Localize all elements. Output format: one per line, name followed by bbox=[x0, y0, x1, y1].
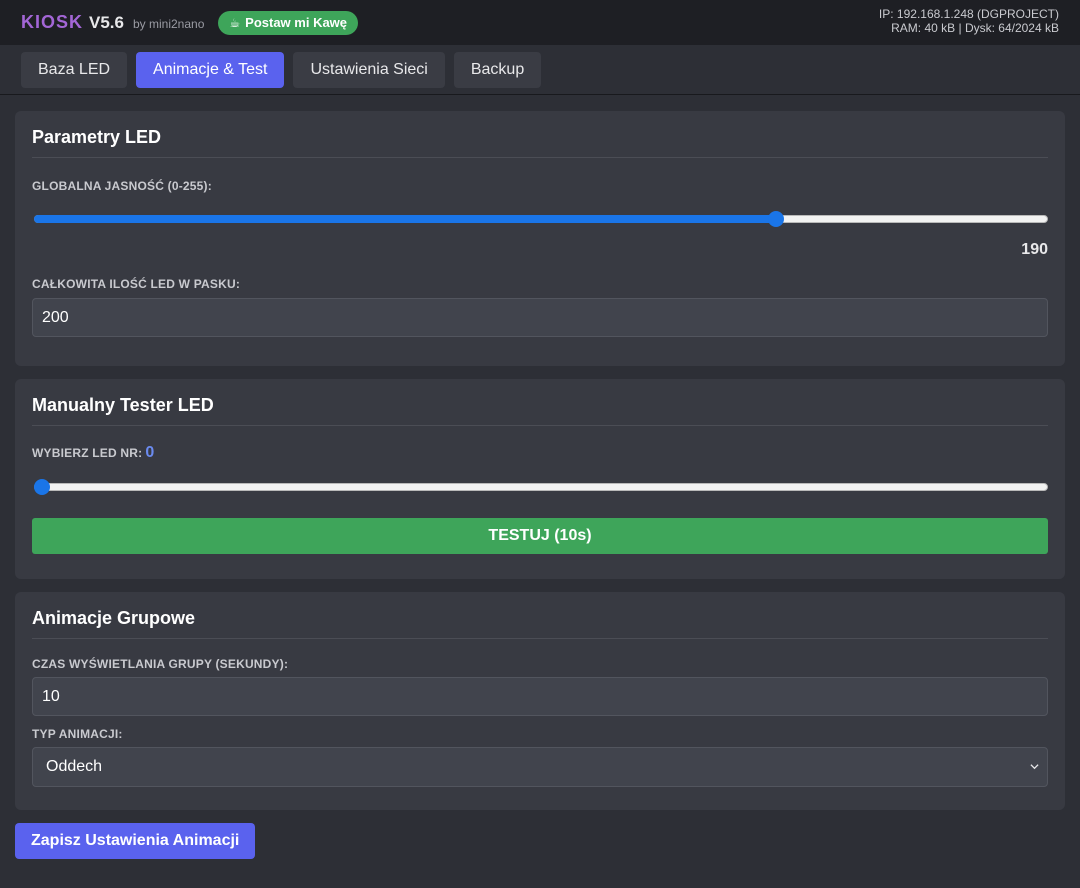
app-version: V5.6 bbox=[89, 12, 124, 32]
coffee-button[interactable]: ☕ Postaw mi Kawę bbox=[218, 10, 359, 35]
animation-type-value: Oddech bbox=[46, 758, 103, 775]
tab-backup[interactable]: Backup bbox=[453, 51, 542, 88]
display-time-label: CZAS WYŚWIETLANIA GRUPY (SEKUNDY): bbox=[32, 657, 289, 671]
tab-baza-led[interactable]: Baza LED bbox=[21, 51, 128, 88]
group-anim-title: Animacje Grupowe bbox=[32, 608, 1048, 639]
chevron-down-icon bbox=[1030, 764, 1039, 770]
led-count-label: CAŁKOWITA ILOŚĆ LED W PASKU: bbox=[32, 277, 241, 291]
led-params-title: Parametry LED bbox=[32, 127, 1048, 158]
led-tester-title: Manualny Tester LED bbox=[32, 395, 1048, 426]
memory-info: RAM: 40 kB | Dysk: 64/2024 kB bbox=[891, 21, 1059, 35]
led-slider-track bbox=[34, 483, 1048, 491]
author-byline: by mini2nano bbox=[133, 16, 205, 31]
coffee-icon: ☕ bbox=[229, 15, 241, 30]
display-time-input[interactable]: 10 bbox=[32, 677, 1048, 716]
brightness-slider-fill bbox=[34, 215, 777, 223]
brightness-slider-thumb[interactable] bbox=[768, 211, 785, 227]
led-select-row: WYBIERZ LED NR: 0 bbox=[32, 444, 1048, 462]
animation-type-select[interactable]: Oddech bbox=[32, 747, 1048, 787]
tab-ustawienia-sieci[interactable]: Ustawienia Sieci bbox=[293, 51, 445, 88]
led-select-label: WYBIERZ LED NR: bbox=[32, 446, 143, 460]
brightness-label: GLOBALNA JASNOŚĆ (0-255): bbox=[32, 179, 212, 193]
led-count-input[interactable]: 200 bbox=[32, 298, 1048, 337]
animation-type-label: TYP ANIMACJI: bbox=[32, 727, 123, 741]
led-params-card: Parametry LED GLOBALNA JASNOŚĆ (0-255): … bbox=[15, 111, 1065, 366]
brand-logo: KIOSK bbox=[21, 12, 84, 32]
led-tester-card: Manualny Tester LED WYBIERZ LED NR: 0 TE… bbox=[15, 379, 1065, 579]
save-animation-settings-button[interactable]: Zapisz Ustawienia Animacji bbox=[15, 823, 256, 859]
coffee-button-label: Postaw mi Kawę bbox=[245, 15, 348, 30]
brightness-slider[interactable] bbox=[32, 211, 1048, 227]
led-slider-thumb[interactable] bbox=[34, 479, 50, 495]
test-led-button[interactable]: TESTUJ (10s) bbox=[32, 518, 1048, 554]
led-select-slider[interactable] bbox=[32, 479, 1048, 495]
main-content: Parametry LED GLOBALNA JASNOŚĆ (0-255): … bbox=[0, 95, 1080, 859]
led-number-value: 0 bbox=[145, 444, 155, 461]
brightness-value: 190 bbox=[1021, 241, 1048, 258]
system-info: IP: 192.168.1.248 (DGPROJECT) RAM: 40 kB… bbox=[879, 7, 1059, 35]
tab-bar: Baza LED Animacje & Test Ustawienia Siec… bbox=[0, 45, 1080, 95]
tab-animacje-test[interactable]: Animacje & Test bbox=[136, 51, 285, 88]
group-anim-card: Animacje Grupowe CZAS WYŚWIETLANIA GRUPY… bbox=[15, 592, 1065, 810]
top-bar: KIOSK V5.6 by mini2nano ☕ Postaw mi Kawę… bbox=[0, 0, 1080, 45]
ip-info: IP: 192.168.1.248 (DGPROJECT) bbox=[878, 7, 1059, 21]
